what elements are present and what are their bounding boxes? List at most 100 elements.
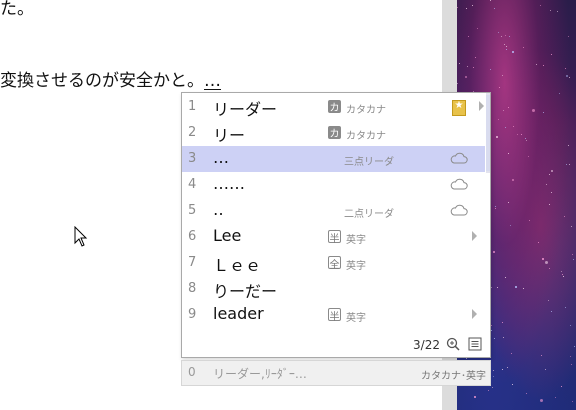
- candidate-text: リーダー: [213, 100, 278, 119]
- wallpaper-star: [511, 353, 512, 354]
- wallpaper-star: [505, 35, 506, 36]
- candidate-type-badge-text: カ: [329, 103, 340, 114]
- wallpaper-star: [559, 93, 560, 94]
- wallpaper-star: [502, 75, 503, 76]
- wallpaper-star: [506, 46, 507, 47]
- zoom-in-icon[interactable]: [446, 337, 460, 351]
- candidate-item[interactable]: 8 りーだー: [182, 276, 490, 302]
- wallpaper-star: [508, 107, 509, 108]
- wallpaper-star: [490, 0, 491, 1]
- document-text: 変換させるのが安全かと。: [0, 71, 204, 91]
- wallpaper-star: [561, 386, 562, 387]
- wallpaper-star: [569, 77, 570, 78]
- candidate-type-badge-text: 半: [329, 234, 340, 245]
- wallpaper-star: [512, 384, 513, 385]
- wallpaper-star: [491, 325, 492, 326]
- wallpaper-star: [512, 179, 514, 181]
- candidate-text: leader: [213, 304, 264, 323]
- wallpaper-star: [549, 268, 550, 269]
- wallpaper-star: [551, 170, 553, 172]
- wallpaper-star: [543, 112, 544, 113]
- candidate-text: Lee: [213, 226, 242, 245]
- wallpaper-star: [541, 355, 542, 356]
- prediction-text: リーダー,ﾘｰﾀﾞｰ…: [213, 367, 307, 381]
- candidate-text: …: [213, 148, 229, 167]
- wallpaper-star: [513, 126, 514, 127]
- candidate-item[interactable]: 7 Ｌｅｅ 全英字: [182, 250, 490, 276]
- candidate-type-badge: カ: [328, 126, 341, 140]
- wallpaper-star: [474, 396, 476, 398]
- candidate-annotation: カタカナ: [346, 105, 386, 116]
- wallpaper-star: [490, 69, 491, 70]
- wallpaper-star: [532, 109, 535, 112]
- candidate-item[interactable]: 6 Lee 半英字: [182, 224, 490, 250]
- candidate-text: リー: [213, 126, 246, 145]
- candidate-item[interactable]: 5 ‥ 二点リーダ: [182, 198, 490, 224]
- wallpaper-star: [477, 28, 478, 29]
- wallpaper-star: [550, 10, 551, 11]
- candidate-footer: 3/22: [182, 333, 490, 357]
- wallpaper-star: [566, 164, 567, 165]
- candidate-item[interactable]: 2 リー カカタカナ: [182, 120, 490, 146]
- wallpaper-star: [468, 36, 469, 37]
- candidate-number: 6: [188, 229, 197, 244]
- candidate-number: 9: [188, 307, 197, 322]
- candidate-annotation: 英字: [346, 313, 366, 324]
- wallpaper-star: [568, 145, 569, 146]
- candidate-item[interactable]: 3 … 三点リーダ: [182, 146, 485, 172]
- wallpaper-star: [549, 174, 550, 175]
- candidate-annotation: 英字: [346, 261, 366, 272]
- ime-candidate-window[interactable]: 3/22 1 リーダーカカタカナ ★ 2 リーカカタカナ 3… 三点リーダ 4…… 5 ‥ 二点リー…: [181, 92, 491, 358]
- candidate-type-badge: 半: [328, 308, 341, 323]
- wallpaper-star: [555, 397, 556, 398]
- expand-arrow-icon[interactable]: [472, 231, 477, 241]
- candidate-type-badge-text: 全: [329, 260, 340, 271]
- wallpaper-star: [540, 5, 541, 6]
- wallpaper-star: [502, 322, 503, 323]
- wallpaper-star: [493, 376, 494, 377]
- wallpaper-star: [551, 192, 552, 193]
- wallpaper-star: [491, 330, 492, 331]
- wallpaper-star: [564, 216, 565, 217]
- prediction-number: 0: [188, 365, 196, 379]
- wallpaper-star: [574, 346, 575, 347]
- wallpaper-star: [501, 36, 502, 37]
- wallpaper-star: [548, 300, 549, 301]
- wallpaper-star: [505, 127, 506, 128]
- wallpaper-star: [494, 338, 495, 339]
- document-line: 変換させるのが安全かと。…: [0, 66, 221, 91]
- bookmark-star-icon: ★: [452, 100, 466, 116]
- prediction-tag: カタカナ･英字: [421, 371, 486, 382]
- wallpaper-star: [506, 49, 507, 50]
- wallpaper-star: [571, 226, 572, 227]
- candidate-number: 3: [188, 151, 197, 166]
- candidate-item[interactable]: 4 ……: [182, 172, 490, 198]
- composing-text[interactable]: …: [204, 71, 221, 91]
- wallpaper-star: [488, 390, 489, 391]
- cloud-icon: [450, 204, 468, 216]
- expand-arrow-icon[interactable]: [472, 309, 477, 319]
- wallpaper-star: [509, 36, 510, 37]
- wallpaper-star: [569, 164, 570, 165]
- cloud-icon: [450, 152, 468, 164]
- mouse-pointer-icon: [74, 226, 88, 247]
- prediction-row[interactable]: 0 リーダー,ﾘｰﾀﾞｰ… カタカナ･英字: [181, 360, 491, 386]
- list-view-icon[interactable]: [468, 337, 482, 351]
- wallpaper-star: [502, 369, 503, 370]
- wallpaper-star: [473, 67, 474, 68]
- candidate-item[interactable]: 1 リーダー カカタカナ ★: [182, 94, 490, 120]
- wallpaper-star: [528, 156, 529, 157]
- wallpaper-star: [529, 220, 530, 221]
- cloud-icon: [450, 178, 468, 190]
- candidate-type-badge: 半: [328, 230, 341, 245]
- candidate-type-badge: カ: [328, 100, 341, 114]
- wallpaper-star: [465, 76, 467, 78]
- bookmark-star-glyph: ★: [454, 100, 464, 111]
- document-text: た。: [0, 0, 34, 19]
- wallpaper-star: [570, 356, 571, 357]
- wallpaper-star: [507, 367, 508, 368]
- expand-arrow-icon[interactable]: [479, 101, 484, 111]
- wallpaper-star: [515, 286, 517, 288]
- wallpaper-star: [472, 5, 473, 6]
- candidate-item[interactable]: 9 leader 半英字: [182, 302, 490, 328]
